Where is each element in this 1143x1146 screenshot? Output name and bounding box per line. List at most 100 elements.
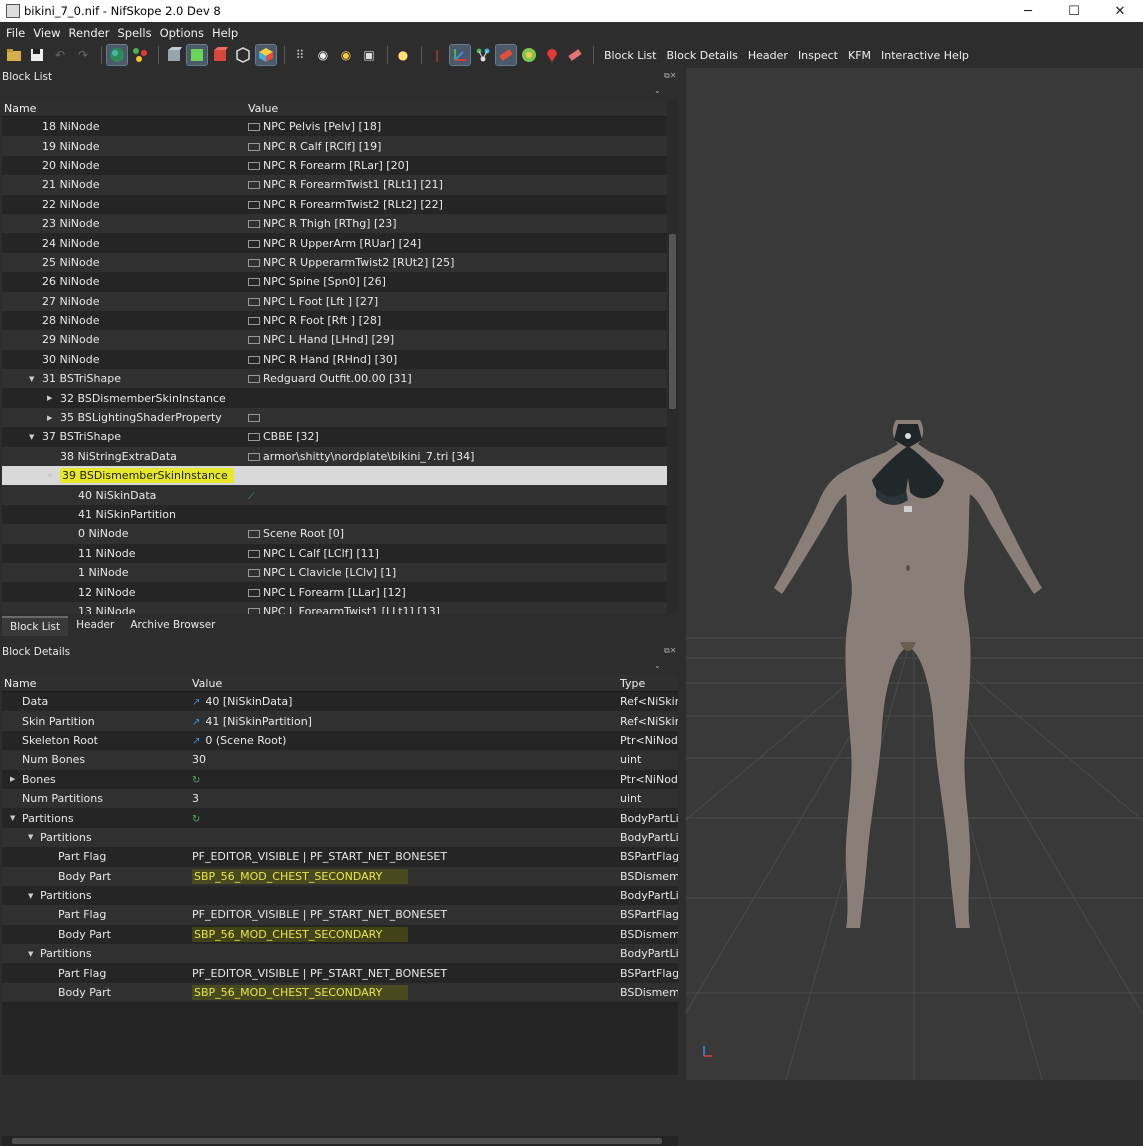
block-list-row[interactable]: ▶ 32 BSDismemberSkinInstance: [2, 388, 667, 407]
open-file-icon[interactable]: [4, 45, 24, 65]
detail-row[interactable]: ▼ Partitions BodyPartList: [2, 827, 678, 848]
undo-icon[interactable]: ↶: [50, 45, 70, 65]
col-value[interactable]: Value: [248, 102, 278, 115]
expand-open-icon[interactable]: ▼: [29, 433, 34, 441]
link-icon[interactable]: ↗: [192, 736, 200, 747]
dock-buttons[interactable]: ⧉✕: [664, 71, 676, 81]
block-list-row[interactable]: 40 NiSkinData ⟋: [2, 485, 667, 505]
block-list-row[interactable]: 25 NiNode NPC R UpperarmTwist2 [RUt2] [25…: [2, 252, 667, 273]
block-list-row[interactable]: 28 NiNode NPC R Foot [Rft ] [28]: [2, 311, 667, 330]
eraser-icon[interactable]: [565, 45, 585, 65]
eye-gold-icon[interactable]: ◉: [336, 45, 356, 65]
block-list-row[interactable]: 30 NiNode NPC R Hand [RHnd] [30]: [2, 350, 667, 369]
toolbar-block-list[interactable]: Block List: [599, 49, 661, 62]
close-button[interactable]: ✕: [1097, 0, 1143, 22]
toolbar-header[interactable]: Header: [743, 49, 793, 62]
cube-red-icon[interactable]: [210, 45, 230, 65]
detail-row[interactable]: Body Part SBP_56_MOD_CHEST_SECONDARY BSDis…: [2, 866, 678, 886]
detail-row[interactable]: ▼ Partitions BodyPartList: [2, 886, 678, 905]
eye-icon[interactable]: ◉: [313, 45, 333, 65]
detail-row[interactable]: ▶ Bones ↻ Ptr<NiNode: [2, 770, 678, 789]
skeleton-icon[interactable]: [473, 45, 493, 65]
block-list-row[interactable]: 41 NiSkinPartition: [2, 505, 667, 524]
link-icon[interactable]: ↻: [192, 775, 200, 786]
detail-row[interactable]: ▼ Partitions BodyPartList: [2, 944, 678, 964]
footprint-icon[interactable]: ⠿: [290, 45, 310, 65]
details-hscrollbar[interactable]: [2, 1136, 678, 1146]
block-list-row[interactable]: 27 NiNode NPC L Foot [Lft ] [27]: [2, 291, 667, 311]
toolbar-interactive-help[interactable]: Interactive Help: [876, 49, 974, 62]
col-type[interactable]: Type: [620, 677, 645, 690]
block-list-row[interactable]: ▼ 37 BSTriShape CBBE [32]: [2, 427, 667, 446]
expand-closed-icon[interactable]: ▶: [47, 394, 52, 402]
marker-icon[interactable]: [542, 45, 562, 65]
collapse-icon[interactable]: ⌄: [654, 661, 661, 670]
block-list-row[interactable]: ▼ 31 BSTriShape Redguard Outfit.00.00 [31]: [2, 369, 667, 389]
col-name[interactable]: Name: [4, 677, 36, 690]
block-list-row[interactable]: 1 NiNode NPC L Clavicle [LClv] [1]: [2, 562, 667, 583]
detail-row[interactable]: Body Part SBP_56_MOD_CHEST_SECONDARY BSDis…: [2, 982, 678, 1003]
axes-icon[interactable]: [449, 44, 471, 66]
toolbar-block-details[interactable]: Block Details: [661, 49, 742, 62]
col-value[interactable]: Value: [192, 677, 222, 690]
pin-icon[interactable]: ❘: [427, 45, 447, 65]
block-list-row[interactable]: 38 NiStringExtraData armor\shitty\nordpla…: [2, 446, 667, 467]
block-list-row[interactable]: ▶ 35 BSLightingShaderProperty: [2, 407, 667, 428]
block-list-row[interactable]: 20 NiNode NPC R Forearm [RLar] [20]: [2, 156, 667, 175]
block-list-row[interactable]: 21 NiNode NPC R ForearmTwist1 [RLt1] [21]: [2, 175, 667, 195]
maximize-button[interactable]: ☐: [1051, 0, 1097, 22]
link-icon[interactable]: ↗: [192, 717, 200, 728]
menu-render[interactable]: Render: [65, 26, 114, 40]
expand-open-icon[interactable]: ▼: [29, 375, 34, 383]
cube-green-icon[interactable]: [186, 44, 208, 66]
minimize-button[interactable]: ─: [1005, 0, 1051, 22]
block-list-row[interactable]: 11 NiNode NPC L Calf [LClf] [11]: [2, 544, 667, 563]
menu-spells[interactable]: Spells: [114, 26, 156, 40]
menu-view[interactable]: View: [29, 26, 64, 40]
link-icon[interactable]: ↗: [192, 697, 200, 708]
toolbar-inspect[interactable]: Inspect: [793, 49, 843, 62]
expand-closed-icon[interactable]: ▶: [10, 775, 15, 783]
expand-open-icon[interactable]: ▼: [28, 892, 33, 900]
block-list-row[interactable]: 29 NiNode NPC L Hand [LHnd] [29]: [2, 330, 667, 350]
link-icon[interactable]: ↻: [192, 814, 200, 825]
block-list-scrollbar[interactable]: [667, 100, 678, 614]
collision-icon[interactable]: [495, 44, 517, 66]
detail-row[interactable]: Part Flag PF_EDITOR_VISIBLE | PF_START_NE…: [2, 963, 678, 982]
block-list-row[interactable]: 0 NiNode Scene Root [0]: [2, 524, 667, 544]
detail-row[interactable]: Data ↗ 40 [NiSkinData] Ref<NiSkinD: [2, 692, 678, 711]
col-name[interactable]: Name: [4, 102, 36, 115]
block-list-row[interactable]: 19 NiNode NPC R Calf [RClf] [19]: [2, 136, 667, 156]
toolbar-kfm[interactable]: KFM: [843, 49, 876, 62]
expand-closed-icon[interactable]: ▶: [47, 414, 52, 422]
dock-buttons[interactable]: ⧉✕: [664, 646, 676, 656]
menu-help[interactable]: Help: [208, 26, 242, 40]
detail-row[interactable]: Part Flag PF_EDITOR_VISIBLE | PF_START_NE…: [2, 847, 678, 866]
expand-open-icon[interactable]: ▼: [10, 814, 15, 822]
save-icon[interactable]: [27, 45, 47, 65]
block-list-row[interactable]: 12 NiNode NPC L Forearm [LLar] [12]: [2, 582, 667, 601]
camera-icon[interactable]: ▣: [359, 45, 379, 65]
menu-file[interactable]: File: [2, 26, 29, 40]
tab-block-list[interactable]: Block List: [2, 616, 69, 636]
block-list-row[interactable]: 24 NiNode NPC R UpperArm [RUar] [24]: [2, 233, 667, 252]
expand-open-icon[interactable]: ▼: [47, 472, 52, 480]
cube-gray-icon[interactable]: [164, 45, 184, 65]
detail-row[interactable]: Body Part SBP_56_MOD_CHEST_SECONDARY BSDis…: [2, 925, 678, 944]
lightbulb-icon[interactable]: ●: [393, 45, 413, 65]
menu-options[interactable]: Options: [156, 26, 208, 40]
tab-header[interactable]: Header: [68, 616, 122, 636]
collapse-icon[interactable]: ⌄: [654, 86, 661, 95]
globe-icon[interactable]: [106, 44, 128, 66]
expand-open-icon[interactable]: ▼: [28, 950, 33, 958]
nodes-icon[interactable]: [130, 45, 150, 65]
detail-row[interactable]: Skeleton Root ↗ 0 (Scene Root) Ptr<NiNode: [2, 731, 678, 750]
cube-wire-icon[interactable]: [233, 45, 253, 65]
detail-row[interactable]: Part Flag PF_EDITOR_VISIBLE | PF_START_NE…: [2, 905, 678, 925]
block-list-row[interactable]: 22 NiNode NPC R ForearmTwist2 [RLt2] [22]: [2, 195, 667, 214]
block-list-row[interactable]: 26 NiNode NPC Spine [Spn0] [26]: [2, 272, 667, 291]
block-list-row[interactable]: 23 NiNode NPC R Thigh [RThg] [23]: [2, 213, 667, 234]
tab-archive-browser[interactable]: Archive Browser: [122, 616, 223, 636]
block-list-row[interactable]: 13 NiNode NPC L ForearmTwist1 [LLt1] [13]: [2, 601, 667, 614]
block-list-row[interactable]: 18 NiNode NPC Pelvis [Pelv] [18]: [2, 117, 667, 136]
